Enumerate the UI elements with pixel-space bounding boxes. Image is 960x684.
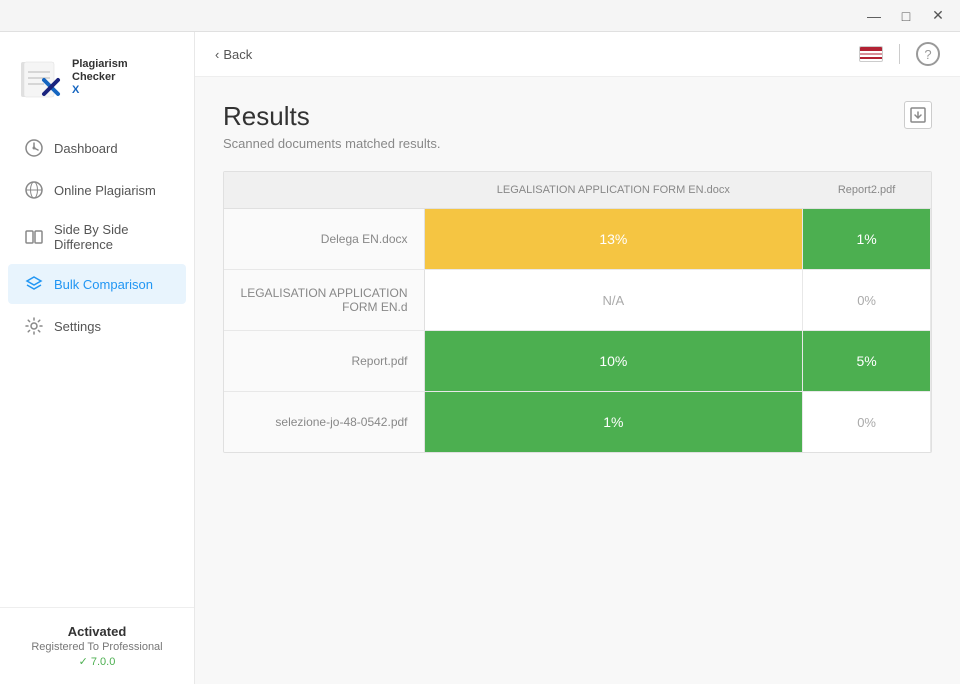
- bulk-comparison-label: Bulk Comparison: [54, 277, 153, 292]
- sidebar-nav: Dashboard Online Plagiarism: [0, 118, 194, 607]
- cell-value-green: 1%: [425, 392, 803, 452]
- results-table: LEGALISATION APPLICATION FORM EN.docx Re…: [224, 172, 931, 452]
- dashboard-label: Dashboard: [54, 141, 118, 156]
- app-logo-icon: [16, 52, 66, 102]
- back-button[interactable]: ‹ Back: [215, 47, 252, 62]
- language-flag-icon[interactable]: [859, 46, 883, 62]
- row-label: Delega EN.docx: [224, 209, 424, 270]
- row-label: LEGALISATION APPLICATION FORM EN.d: [224, 270, 424, 331]
- cell-value-na: N/A: [425, 270, 803, 330]
- gear-icon: [24, 316, 44, 336]
- table-cell[interactable]: N/A: [424, 270, 803, 331]
- page-subtitle: Scanned documents matched results.: [223, 136, 441, 151]
- results-container: LEGALISATION APPLICATION FORM EN.docx Re…: [223, 171, 932, 453]
- table-row: LEGALISATION APPLICATION FORM EN.dN/A0%: [224, 270, 931, 331]
- page-title: Results: [223, 101, 441, 132]
- cell-value-na: 0%: [803, 392, 930, 452]
- table-header-col1: LEGALISATION APPLICATION FORM EN.docx: [424, 172, 803, 209]
- back-label: Back: [223, 47, 252, 62]
- table-row: Report.pdf10%5%: [224, 331, 931, 392]
- content-area: Results Scanned documents matched result…: [195, 77, 960, 684]
- table-header-col2: Report2.pdf: [803, 172, 931, 209]
- registration-info: Registered To Professional: [16, 641, 178, 653]
- table-cell[interactable]: 0%: [803, 270, 931, 331]
- minimize-button[interactable]: —: [860, 6, 888, 26]
- maximize-button[interactable]: □: [892, 6, 920, 26]
- globe-icon: [24, 180, 44, 200]
- table-cell[interactable]: 1%: [424, 392, 803, 453]
- table-cell[interactable]: 5%: [803, 331, 931, 392]
- layers-icon: [24, 274, 44, 294]
- close-button[interactable]: ✕: [924, 6, 952, 26]
- table-cell[interactable]: 13%: [424, 209, 803, 270]
- help-button[interactable]: ?: [916, 42, 940, 66]
- table-row: Delega EN.docx13%1%: [224, 209, 931, 270]
- table-row: selezione-jo-48-0542.pdf1%0%: [224, 392, 931, 453]
- sidebar-item-side-by-side[interactable]: Side By Side Difference: [8, 212, 186, 262]
- page-header: Results Scanned documents matched result…: [223, 101, 441, 171]
- columns-icon: [24, 227, 44, 247]
- top-bar-actions: ?: [859, 42, 940, 66]
- activation-status: Activated: [16, 624, 178, 639]
- side-by-side-label: Side By Side Difference: [54, 222, 170, 252]
- logo-text: Plagiarism Checker X: [72, 58, 128, 96]
- cell-value-yellow: 13%: [425, 209, 803, 269]
- cell-value-na: 0%: [803, 270, 930, 330]
- sidebar-footer: Activated Registered To Professional ✓ 7…: [0, 607, 194, 684]
- main-content: ‹ Back ? Results Scanned documents match…: [195, 32, 960, 684]
- sidebar-item-online-plagiarism[interactable]: Online Plagiarism: [8, 170, 186, 210]
- table-header-empty: [224, 172, 424, 209]
- export-button[interactable]: [904, 101, 932, 129]
- cell-value-green: 10%: [425, 331, 803, 391]
- settings-label: Settings: [54, 319, 101, 334]
- version-info: ✓ 7.0.0: [16, 655, 178, 668]
- sidebar-logo: Plagiarism Checker X: [0, 32, 194, 118]
- table-cell[interactable]: 0%: [803, 392, 931, 453]
- top-bar: ‹ Back ?: [195, 32, 960, 77]
- export-icon: [910, 107, 926, 123]
- sidebar: Plagiarism Checker X Dashboard: [0, 32, 195, 684]
- logo-container: Plagiarism Checker X: [16, 52, 128, 102]
- cell-value-green: 1%: [803, 209, 930, 269]
- table-cell[interactable]: 1%: [803, 209, 931, 270]
- title-bar: — □ ✕: [0, 0, 960, 32]
- checkmark-icon: ✓: [79, 655, 88, 668]
- back-arrow-icon: ‹: [215, 47, 219, 62]
- sidebar-item-settings[interactable]: Settings: [8, 306, 186, 346]
- cell-value-green: 5%: [803, 331, 930, 391]
- online-plagiarism-label: Online Plagiarism: [54, 183, 156, 198]
- sidebar-item-dashboard[interactable]: Dashboard: [8, 128, 186, 168]
- sidebar-item-bulk-comparison[interactable]: Bulk Comparison: [8, 264, 186, 304]
- app-body: Plagiarism Checker X Dashboard: [0, 32, 960, 684]
- divider: [899, 44, 900, 64]
- row-label: Report.pdf: [224, 331, 424, 392]
- row-label: selezione-jo-48-0542.pdf: [224, 392, 424, 453]
- table-cell[interactable]: 10%: [424, 331, 803, 392]
- dashboard-icon: [24, 138, 44, 158]
